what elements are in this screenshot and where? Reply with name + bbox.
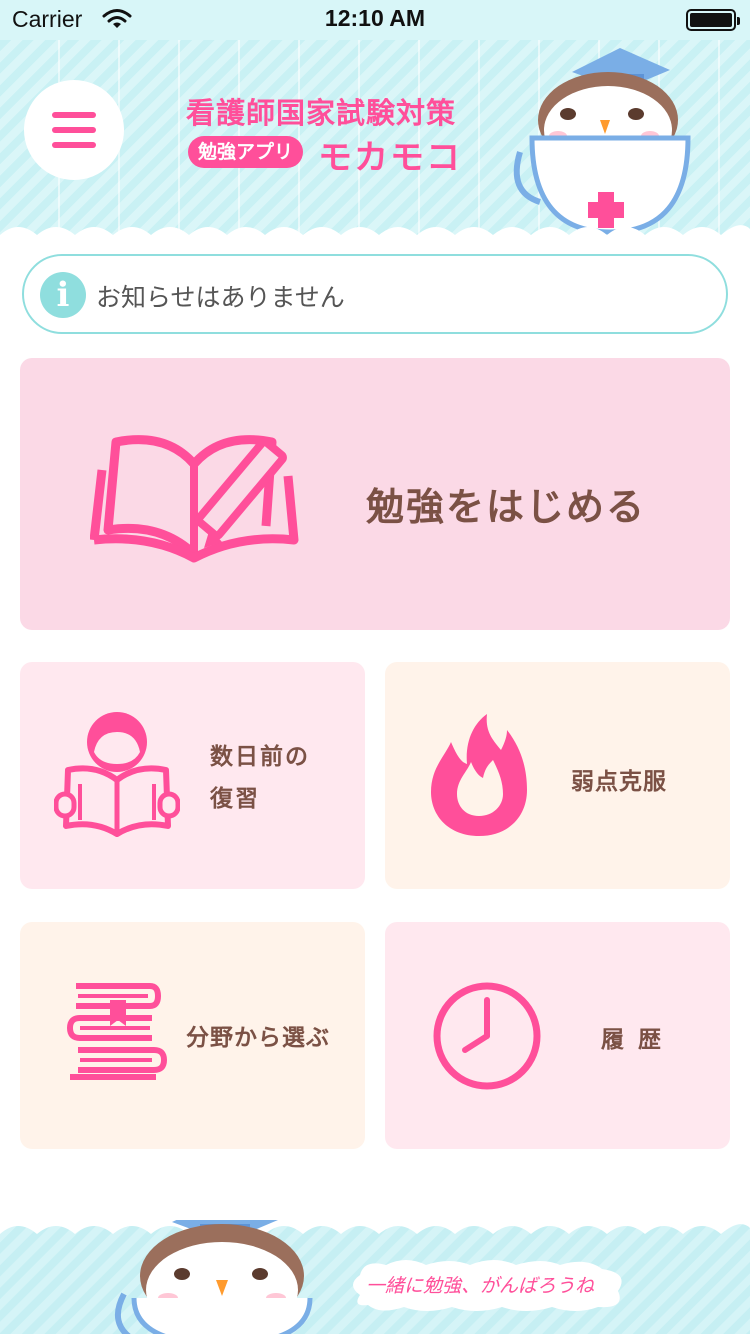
hamburger-menu-icon xyxy=(52,112,96,118)
footer-speech-bubble: 一緒に勉強、がんばろうね xyxy=(346,1255,632,1315)
reading-person-icon xyxy=(54,712,180,837)
app-subtitle: 看護師国家試験対策 xyxy=(186,96,457,130)
notice-banner[interactable]: i お知らせはありません xyxy=(22,254,728,334)
status-time: 12:10 AM xyxy=(324,5,426,31)
history-button[interactable]: 履歴 xyxy=(385,922,730,1149)
start-study-label: 勉強をはじめる xyxy=(366,485,647,529)
history-label: 履歴 xyxy=(601,1027,675,1053)
stacked-books-icon xyxy=(66,983,168,1080)
hamburger-menu-icon-bar xyxy=(52,127,96,133)
footer-message: 一緒に勉強、がんばろうね xyxy=(366,1275,595,1297)
header-scallop-edge xyxy=(0,225,750,245)
menu-button[interactable] xyxy=(24,80,124,180)
owl-mascot-icon xyxy=(513,48,691,235)
owl-mascot-icon xyxy=(114,1220,313,1334)
status-bar: Carrier 12:10 AM xyxy=(0,0,750,40)
start-study-button[interactable]: 勉強をはじめる xyxy=(20,358,730,630)
review-label: 数日前の 復習 xyxy=(210,736,310,820)
by-field-button[interactable]: 分野から選ぶ xyxy=(20,922,365,1149)
by-field-label: 分野から選ぶ xyxy=(186,1025,330,1051)
app-title: モカモコ xyxy=(318,138,462,178)
review-label-line1: 数日前の xyxy=(210,744,310,770)
hamburger-menu-icon-bar xyxy=(52,142,96,148)
app-badge: 勉強アプリ xyxy=(188,136,304,168)
review-button[interactable]: 数日前の 復習 xyxy=(20,662,365,889)
app-header: 看護師国家試験対策 勉強アプリ モカモコ xyxy=(0,40,750,245)
weakness-button[interactable]: 弱点克服 xyxy=(385,662,730,889)
clock-icon xyxy=(433,982,541,1090)
flame-icon xyxy=(431,714,527,836)
review-label-line2: 復習 xyxy=(210,786,260,812)
book-pencil-icon xyxy=(90,435,299,563)
info-icon: i xyxy=(40,272,86,318)
battery-icon xyxy=(686,9,740,31)
weakness-label: 弱点克服 xyxy=(571,769,667,795)
notice-text: お知らせはありません xyxy=(96,283,345,312)
